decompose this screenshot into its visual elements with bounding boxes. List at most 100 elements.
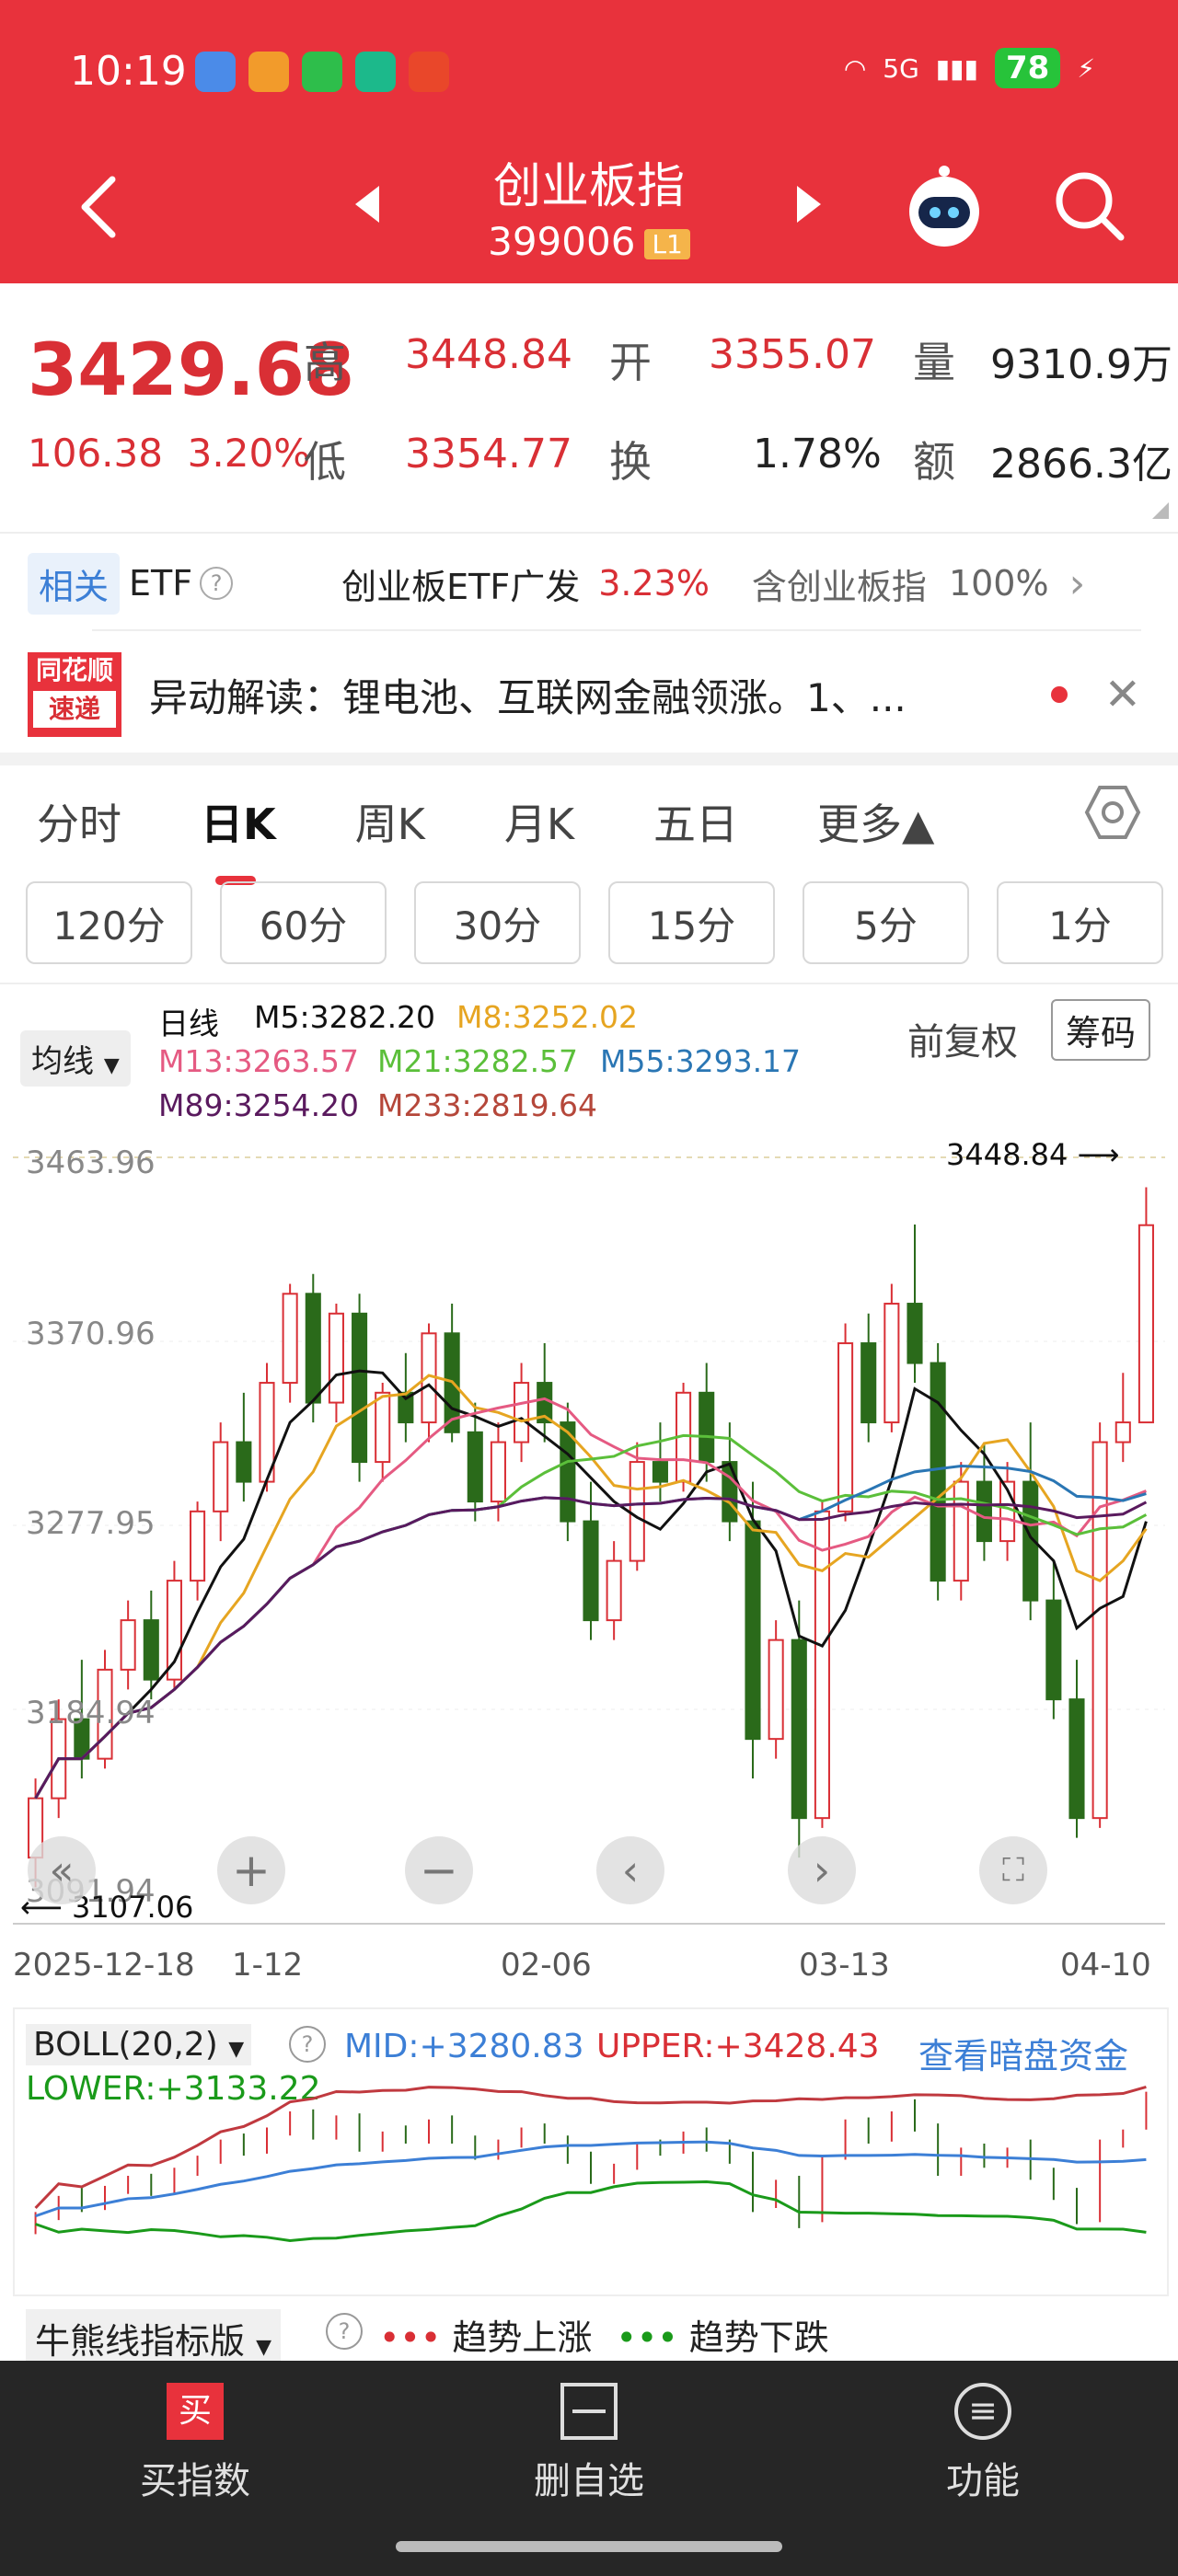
buy-icon: 买 [167, 2383, 224, 2440]
help-icon[interactable]: ? [200, 567, 234, 600]
app-notification-icon [195, 52, 236, 92]
candle-body [745, 1520, 761, 1741]
candle-body [1068, 1698, 1085, 1820]
price-tick: 3463.96 [26, 1144, 156, 1181]
ma-m5: M5:3282.20 [254, 999, 436, 1035]
help-icon[interactable]: ? [326, 2313, 363, 2350]
date-tick: 1-12 [232, 1947, 304, 1984]
etf-weight: 100% [948, 563, 1049, 604]
period-tabs: 分时 日K 周K 月K 五日 更多▲ [0, 773, 1178, 885]
unread-dot-icon [1050, 686, 1068, 703]
boll-upper-line [34, 2086, 1147, 2210]
high-value: 3448.84 [405, 331, 572, 378]
jump-start-icon[interactable]: « [28, 1836, 96, 1904]
app-notification-icon [302, 52, 342, 92]
ma-m233: M233:2819.64 [377, 1087, 598, 1123]
line-type-label: 日线 [158, 1006, 219, 1041]
candlestick-chart[interactable] [13, 1130, 1165, 1921]
open-value: 3355.07 [709, 331, 876, 378]
candle-body [213, 1441, 229, 1512]
scroll-right-icon[interactable]: › [788, 1836, 856, 1904]
tab-intraday[interactable]: 分时 [37, 773, 121, 865]
tab-monthly-k[interactable]: 月K [504, 773, 574, 865]
candle-body [305, 1293, 321, 1404]
status-app-icons [195, 52, 449, 92]
period-120m-button[interactable]: 120分 [26, 881, 192, 964]
max-marker-text: 3448.84 [946, 1137, 1068, 1172]
candle-body [722, 1461, 738, 1523]
app-notification-icon [355, 52, 396, 92]
search-icon[interactable] [1053, 169, 1126, 243]
functions-button[interactable]: ≡ 功能 [872, 2383, 1093, 2504]
boll-dropdown[interactable]: BOLL(20,2) ▼ [26, 2024, 252, 2065]
remove-watchlist-icon [560, 2383, 618, 2440]
candle-body [652, 1461, 668, 1483]
section-divider [0, 753, 1178, 765]
related-etf-row[interactable]: 相关 ETF ? 创业板ETF广发 3.23% 含创业板指 100% › [28, 548, 1141, 618]
help-icon[interactable]: ? [289, 2026, 326, 2063]
app-notification-icon [248, 52, 289, 92]
tab-weekly-k[interactable]: 周K [355, 773, 425, 865]
close-icon[interactable]: ✕ [1104, 669, 1141, 720]
period-60m-button[interactable]: 60分 [220, 881, 387, 964]
candle-body [1045, 1599, 1062, 1701]
expand-corner-icon[interactable] [1152, 502, 1169, 519]
minus-bar [572, 2409, 606, 2413]
candle-body [699, 1391, 715, 1464]
ma-dropdown-label: 均线 [31, 1043, 94, 1080]
date-axis-line [13, 1923, 1165, 1938]
boll-chart [34, 2086, 1148, 2243]
candle-body [930, 1362, 946, 1582]
ma-m89: M89:3254.20 [158, 1087, 360, 1123]
ma-dropdown[interactable]: 均线 ▼ [20, 1030, 131, 1087]
ma-m8: M8:3252.02 [456, 999, 639, 1035]
fullscreen-icon[interactable]: ⛶ [979, 1836, 1047, 1904]
trend-down-marker: ••• [616, 2317, 678, 2358]
change-value: 106.38 [28, 431, 163, 476]
candle-body [837, 1342, 854, 1512]
level-badge: L1 [644, 229, 690, 259]
zoom-out-icon[interactable]: − [405, 1836, 473, 1904]
amount-value: 2866.3亿 [990, 441, 1172, 488]
period-1m-button[interactable]: 1分 [997, 881, 1163, 964]
related-tag: 相关 [28, 552, 121, 615]
candle-body [1138, 1224, 1154, 1424]
app-notification-icon [409, 52, 449, 92]
tab-more[interactable]: 更多▲ [817, 773, 934, 865]
boll-lower-line [35, 2180, 1147, 2243]
scroll-left-icon[interactable]: ‹ [596, 1836, 664, 1904]
candle-body [606, 1559, 622, 1622]
period-5m-button[interactable]: 5分 [803, 881, 969, 964]
trend-legend: ••• 趋势上涨 ••• 趋势下跌 [379, 2309, 829, 2360]
adjust-mode[interactable]: 前复权 [907, 1012, 1018, 1065]
boll-label: BOLL(20,2) [33, 2026, 218, 2064]
tab-daily-k[interactable]: 日K [201, 773, 276, 885]
candle-body [375, 1391, 391, 1464]
buy-index-button[interactable]: 买 买指数 [85, 2383, 306, 2504]
robot-icon[interactable] [902, 164, 987, 248]
candle-body [953, 1480, 969, 1582]
period-15m-button[interactable]: 15分 [608, 881, 775, 964]
settings-hexagon-icon[interactable] [1084, 784, 1141, 841]
bull-bear-dropdown[interactable]: 牛熊线指标版 ▼ [26, 2309, 282, 2367]
remove-watchlist-button[interactable]: 删自选 [479, 2383, 699, 2504]
wifi-icon: ◠ [843, 52, 867, 84]
divider [92, 629, 1141, 631]
date-tick: 03-13 [799, 1947, 890, 1984]
next-icon[interactable] [793, 184, 825, 224]
period-30m-button[interactable]: 30分 [414, 881, 581, 964]
turnover-label: 换 [609, 437, 652, 487]
chips-button[interactable]: 筹码 [1051, 999, 1151, 1061]
candle-body [352, 1312, 368, 1464]
nav-label: 删自选 [534, 2460, 644, 2502]
candle-body [514, 1382, 530, 1443]
zoom-in-icon[interactable]: + [217, 1836, 285, 1904]
minute-period-buttons: 120分 60分 30分 15分 5分 1分 [26, 881, 1163, 964]
tab-five-day[interactable]: 五日 [653, 773, 738, 865]
candle-body [166, 1580, 182, 1681]
ths-logo: 同花顺 速递 [28, 652, 121, 737]
price-tick: 3370.96 [26, 1316, 156, 1352]
etf-pct: 3.23% [598, 563, 710, 604]
trend-up-marker: ••• [379, 2317, 442, 2358]
news-flash-row[interactable]: 同花顺 速递 异动解读：锂电池、互联网金融领涨。1、... ✕ [28, 644, 1141, 745]
